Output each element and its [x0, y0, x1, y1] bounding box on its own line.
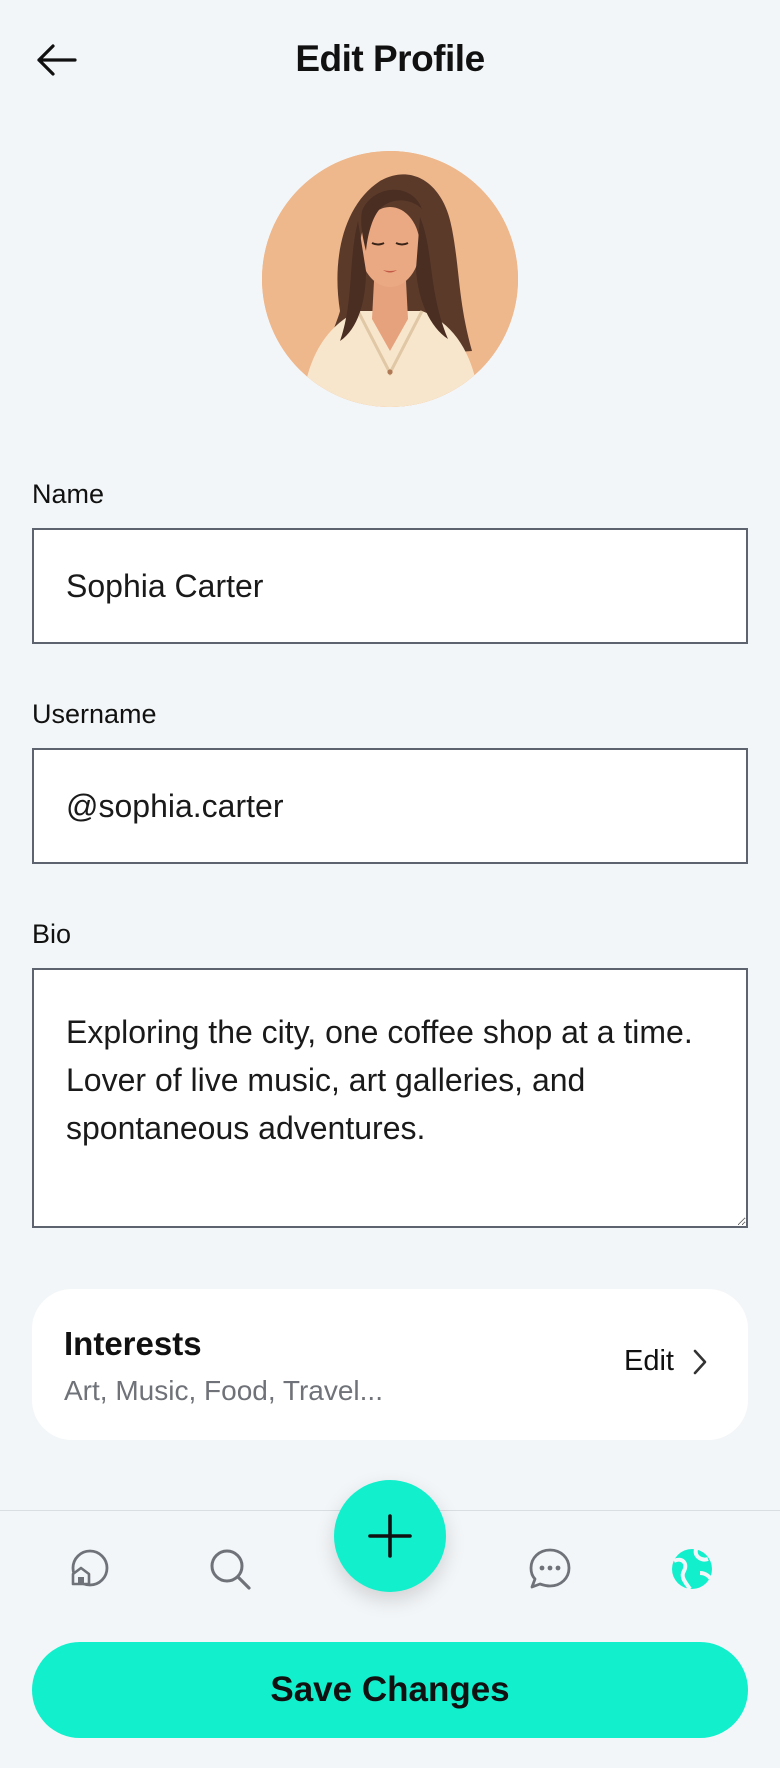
chat-icon [529, 1548, 571, 1589]
name-label: Name [32, 479, 105, 509]
username-label: Username [32, 699, 157, 729]
edit-profile-screen: Edit Profile Name Username [0, 0, 780, 1768]
avatar-illustration [262, 151, 518, 407]
interests-title: Interests [64, 1325, 202, 1362]
bottom-nav: Save Changes [0, 1480, 780, 1768]
nav-item-messages[interactable] [522, 1541, 578, 1597]
globe-icon [672, 1548, 714, 1591]
interests-edit-label: Edit [624, 1345, 674, 1377]
home-icon [71, 1549, 109, 1587]
name-field[interactable] [32, 528, 748, 644]
bio-label: Bio [32, 919, 72, 949]
nav-item-home[interactable] [60, 1541, 116, 1597]
header: Edit Profile [0, 0, 780, 120]
username-field[interactable] [32, 748, 748, 864]
nav-item-search[interactable] [202, 1541, 258, 1597]
page-title: Edit Profile [295, 38, 485, 79]
plus-icon [368, 1514, 412, 1558]
interests-card[interactable]: Interests Art, Music, Food, Travel... Ed… [32, 1289, 748, 1440]
search-icon [210, 1549, 251, 1590]
chevron-right-icon [693, 1349, 707, 1374]
bio-field[interactable]: Exploring the city, one coffee shop at a… [32, 968, 748, 1228]
avatar[interactable] [262, 151, 518, 407]
interests-list: Art, Music, Food, Travel... [64, 1375, 383, 1406]
create-post-button[interactable] [334, 1480, 446, 1592]
nav-item-profile[interactable] [664, 1541, 720, 1597]
save-button[interactable]: Save Changes [32, 1642, 748, 1738]
interests-edit-button[interactable]: Edit [624, 1345, 708, 1378]
